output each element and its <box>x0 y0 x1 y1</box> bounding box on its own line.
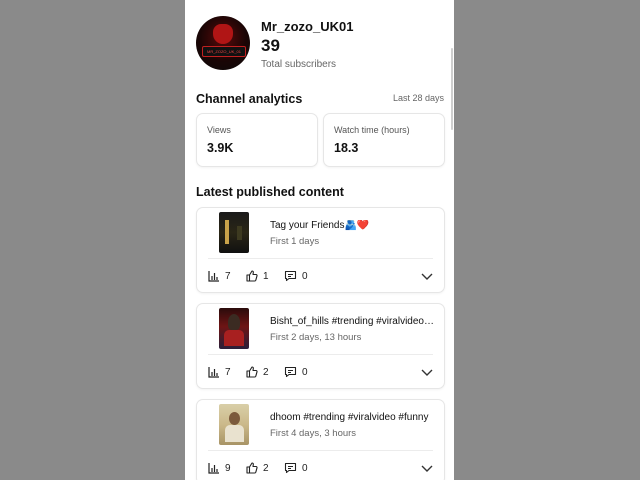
bar-chart-icon <box>208 367 219 378</box>
comments-metric: 0 <box>284 269 308 283</box>
likes-metric: 2 <box>246 461 269 475</box>
views-count: 7 <box>225 366 231 378</box>
likes-count: 2 <box>263 462 269 474</box>
channel-name: Mr_zozo_UK01 <box>261 19 354 34</box>
comments-metric: 0 <box>284 365 308 379</box>
period-label: Last 28 days <box>392 93 444 103</box>
views-count: 7 <box>225 270 231 282</box>
views-metric: 7 <box>208 269 231 283</box>
content-card[interactable]: Bisht_of_hills #trending #viralvideo … F… <box>196 303 445 389</box>
views-metric: 7 <box>208 365 231 379</box>
video-age: First 2 days, 13 hours <box>270 332 362 343</box>
stat-value: 3.9K <box>207 141 234 155</box>
channel-analytics-heading: Channel analytics <box>196 92 303 106</box>
scrollbar[interactable] <box>451 48 453 130</box>
chevron-down-icon[interactable] <box>420 461 434 475</box>
likes-count: 2 <box>263 366 269 378</box>
chevron-down-icon[interactable] <box>420 269 434 283</box>
thumbs-up-icon <box>246 366 258 378</box>
video-title: dhoom #trending #viralvideo #funny <box>270 412 429 423</box>
comments-count: 0 <box>302 462 308 474</box>
subscriber-label: Total subscribers <box>261 59 337 70</box>
comment-icon <box>284 462 297 474</box>
video-thumbnail[interactable] <box>219 308 249 349</box>
stat-value: 18.3 <box>334 141 359 155</box>
divider <box>208 258 433 259</box>
stat-label: Views <box>207 125 231 135</box>
subscriber-count: 39 <box>261 36 280 55</box>
content-card[interactable]: Tag your Friends🫂❤️ First 1 days 7 1 0 <box>196 207 445 293</box>
watch-time-stat-card[interactable]: Watch time (hours) 18.3 <box>323 113 445 167</box>
stat-label: Watch time (hours) <box>334 125 410 135</box>
avatar-banner: MR_ZOZO_UK_01 <box>202 46 246 57</box>
chevron-down-icon[interactable] <box>420 365 434 379</box>
views-count: 9 <box>225 462 231 474</box>
video-age: First 4 days, 3 hours <box>270 428 357 439</box>
latest-content-heading: Latest published content <box>196 185 344 199</box>
comments-count: 0 <box>302 270 308 282</box>
divider <box>208 354 433 355</box>
content-card[interactable]: dhoom #trending #viralvideo #funny First… <box>196 399 445 480</box>
video-title: Tag your Friends🫂❤️ <box>270 220 370 231</box>
video-thumbnail[interactable] <box>219 212 249 253</box>
likes-metric: 2 <box>246 365 269 379</box>
comment-icon <box>284 366 297 378</box>
likes-metric: 1 <box>246 269 269 283</box>
channel-profile: MR_ZOZO_UK_01 Mr_zozo_UK01 39 Total subs… <box>196 16 446 72</box>
comments-metric: 0 <box>284 461 308 475</box>
video-thumbnail[interactable] <box>219 404 249 445</box>
comment-icon <box>284 270 297 282</box>
thumbs-up-icon <box>246 270 258 282</box>
channel-avatar[interactable]: MR_ZOZO_UK_01 <box>196 16 250 70</box>
likes-count: 1 <box>263 270 269 282</box>
bar-chart-icon <box>208 463 219 474</box>
bar-chart-icon <box>208 271 219 282</box>
thumbs-up-icon <box>246 462 258 474</box>
avatar-mask-graphic <box>213 24 233 44</box>
comments-count: 0 <box>302 366 308 378</box>
views-metric: 9 <box>208 461 231 475</box>
analytics-screen: MR_ZOZO_UK_01 Mr_zozo_UK01 39 Total subs… <box>185 0 454 480</box>
video-age: First 1 days <box>270 236 320 247</box>
divider <box>208 450 433 451</box>
video-title: Bisht_of_hills #trending #viralvideo … <box>270 316 436 327</box>
views-stat-card[interactable]: Views 3.9K <box>196 113 318 167</box>
